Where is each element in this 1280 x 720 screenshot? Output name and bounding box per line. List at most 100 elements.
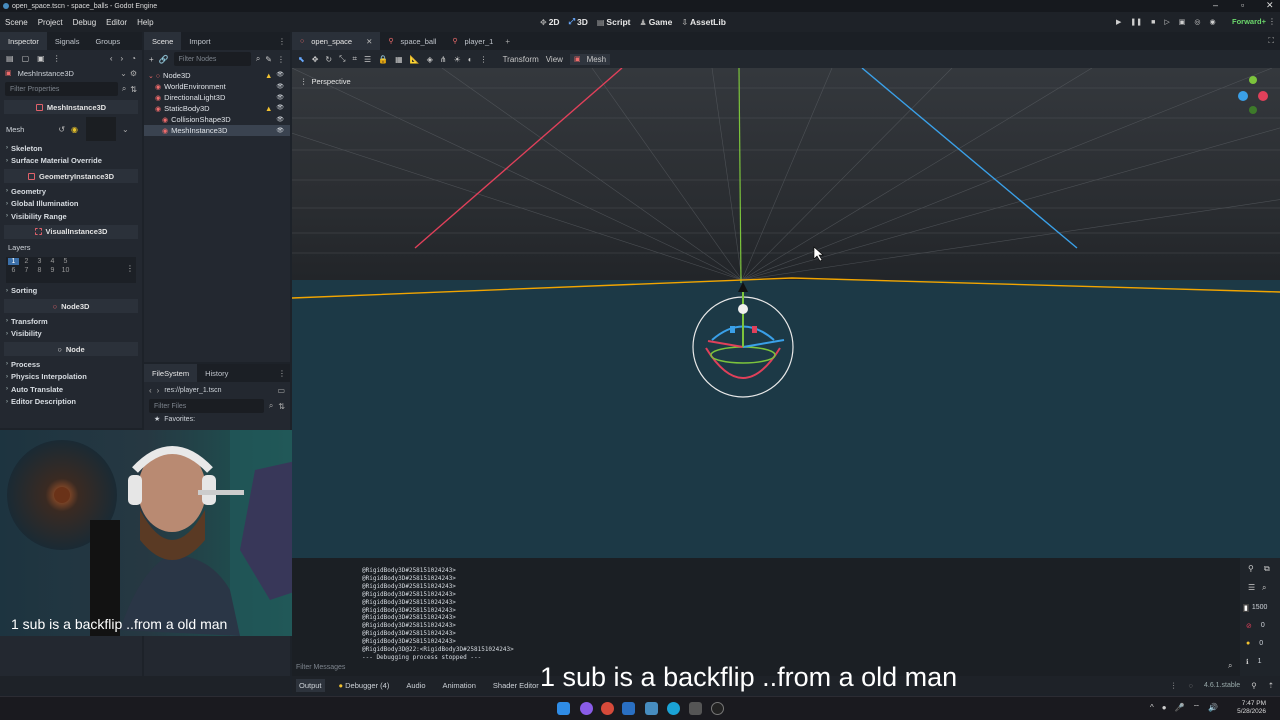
menu-scene[interactable]: Scene [0, 18, 33, 27]
tab-inspector[interactable]: Inspector [0, 32, 47, 50]
menu-debug[interactable]: Debug [68, 18, 102, 27]
transform-menu[interactable]: Transform [503, 55, 539, 64]
class-header-node[interactable]: ○ Node [4, 342, 138, 356]
workspace-3d[interactable]: ⤢ 3D [569, 17, 588, 27]
more-icon[interactable]: ⋮ [53, 54, 61, 63]
workspace-game[interactable]: ♟ Game [640, 17, 673, 27]
warning-icon[interactable]: ▲ [265, 71, 272, 80]
history-forward-icon[interactable]: › [120, 54, 123, 63]
movie-icon[interactable]: ◉ [1209, 18, 1215, 26]
filter-options-icon[interactable]: ⇅ [130, 85, 137, 94]
fs-path[interactable]: res://player_1.tscn [164, 387, 221, 394]
section-visibility-range[interactable]: › Visibility Range [0, 210, 142, 223]
menu-help[interactable]: Help [132, 18, 158, 27]
scene-node[interactable]: ◉ CollisionShape3D 👁 [144, 114, 290, 125]
section-process[interactable]: › Process [0, 358, 142, 371]
scene-node[interactable]: ◉ WorldEnvironment 👁 [144, 81, 290, 92]
tab-audio[interactable]: Audio [403, 679, 428, 692]
layer-2[interactable]: 2 [21, 258, 32, 265]
pause-icon[interactable]: ❚❚ [1130, 18, 1142, 26]
scene-node[interactable]: ◉ MeshInstance3D 👁 [144, 125, 290, 136]
group-icon[interactable]: ▦ [395, 55, 403, 64]
scale-tool-icon[interactable]: ⤡ [339, 54, 345, 64]
ruler-icon[interactable]: 📐 [410, 55, 420, 64]
visibility-eye-icon[interactable]: 👁 [276, 83, 284, 90]
new-scene-tab-icon[interactable]: + [501, 37, 510, 46]
list-select-icon[interactable]: ☰ [364, 55, 371, 64]
tab-import[interactable]: Import [181, 32, 218, 50]
filter-errors-toggle[interactable]: ⊘ 0 [1246, 622, 1265, 630]
transform-gizmo[interactable] [692, 282, 794, 398]
object-tools-icon[interactable]: ⚙ [130, 69, 137, 78]
attach-script-icon[interactable]: ✎ [265, 55, 272, 64]
scene-tab-space-ball[interactable]: ⚲ space_ball [380, 32, 444, 50]
scene-node[interactable]: ⌄ ○ Node3D ▲ 👁 [144, 70, 290, 81]
scene-tab-player-1[interactable]: ⚲ player_1 [444, 32, 501, 50]
minimize-icon[interactable]: – [1213, 0, 1218, 10]
class-header-meshinstance3d[interactable]: MeshInstance3D [4, 100, 138, 114]
tray-app-icon[interactable]: ● [1162, 703, 1167, 713]
mesh-preview[interactable] [86, 117, 117, 141]
visibility-eye-icon[interactable]: 👁 [276, 71, 284, 80]
section-global-illumination[interactable]: › Global Illumination [0, 198, 142, 211]
renderer-select[interactable]: Forward+ [1232, 17, 1266, 26]
pin-icon[interactable]: ⚲ [1248, 564, 1254, 573]
visibility-eye-icon[interactable]: 👁 [276, 116, 284, 123]
obs-icon[interactable] [711, 702, 724, 715]
fs-back-icon[interactable]: ‹ [149, 386, 152, 395]
history-back-icon[interactable]: ‹ [110, 54, 113, 63]
layer-4[interactable]: 4 [47, 258, 58, 265]
layer-1[interactable]: 1 [8, 257, 19, 265]
maximize-icon[interactable]: ▫ [1241, 0, 1244, 10]
visibility-eye-icon[interactable]: 👁 [276, 94, 284, 101]
open-resource-icon[interactable]: ▢ [22, 54, 30, 63]
explorer-icon[interactable] [622, 702, 635, 715]
instance-scene-icon[interactable]: 🔗 [159, 55, 169, 64]
workspace-script[interactable]: ▤ Script [597, 17, 631, 27]
class-header-node3d[interactable]: ○ Node3D [4, 299, 138, 313]
layer-10[interactable]: 10 [60, 267, 71, 274]
section-visibility[interactable]: › Visibility [0, 328, 142, 341]
add-node-icon[interactable]: + [149, 55, 154, 64]
clear-icon[interactable]: ☰ [1248, 583, 1255, 592]
more-vert-icon[interactable]: ⋮ [480, 55, 488, 64]
remote-debug-icon[interactable]: ◎ [1194, 18, 1200, 26]
scene-tab-open-space[interactable]: ○ open_space ✕ [292, 32, 381, 50]
orientation-gizmo[interactable] [1238, 76, 1268, 114]
sun-preview-icon[interactable]: ☀ [454, 55, 461, 64]
warning-icon[interactable]: ▲ [265, 104, 272, 113]
rotate-tool-icon[interactable]: ↻ [325, 55, 332, 64]
env-preview-icon[interactable]: ◐ [468, 55, 473, 64]
section-auto-translate[interactable]: › Auto Translate [0, 383, 142, 396]
tab-groups[interactable]: Groups [87, 32, 128, 50]
visibility-eye-icon[interactable]: 👁 [276, 104, 284, 113]
scene-menu-icon[interactable]: ⋮ [278, 37, 290, 46]
workspace-assetlib[interactable]: ⇩ AssetLib [681, 17, 726, 27]
search-toggle-icon[interactable]: ⌕ [1262, 583, 1266, 593]
play-scene-icon[interactable]: ▷ [1164, 18, 1169, 26]
layer-5[interactable]: 5 [60, 258, 71, 265]
move-tool-icon[interactable]: ✥ [312, 55, 319, 64]
fs-sort-icon[interactable]: ⇅ [278, 402, 285, 411]
layer-3[interactable]: 3 [34, 258, 45, 265]
filter-info-toggle[interactable]: ℹ1 [1246, 658, 1262, 666]
filter-nodes-input[interactable]: Filter Nodes [173, 52, 251, 66]
distraction-free-icon[interactable]: ⛶ [1268, 36, 1280, 46]
layer-8[interactable]: 8 [34, 267, 45, 274]
section-editor-description[interactable]: › Editor Description [0, 396, 142, 409]
tray-chevron-icon[interactable]: ^ [1150, 703, 1154, 713]
close-icon[interactable]: ✕ [1266, 0, 1274, 11]
lock-icon[interactable]: 🔒 [378, 55, 388, 64]
scene-node[interactable]: ◉ DirectionalLight3D 👁 [144, 92, 290, 103]
section-skeleton[interactable]: › Skeleton [0, 142, 142, 155]
layer-9[interactable]: 9 [47, 267, 58, 274]
layers-grid[interactable]: 1 2 3 4 5 6 7 8 9 10 ⋮ [6, 256, 136, 283]
snap-icon[interactable]: ⋔ [440, 55, 447, 64]
browser-icon[interactable] [601, 702, 614, 715]
filesystem-menu-icon[interactable]: ⋮ [278, 369, 290, 378]
revert-icon[interactable]: ↺ [58, 125, 65, 134]
copy-icon[interactable]: ⧉ [1264, 564, 1270, 574]
section-surface-material[interactable]: › Surface Material Override [0, 155, 142, 168]
visibility-eye-icon[interactable]: 👁 [276, 127, 284, 134]
tab-output[interactable]: Output [296, 678, 325, 692]
